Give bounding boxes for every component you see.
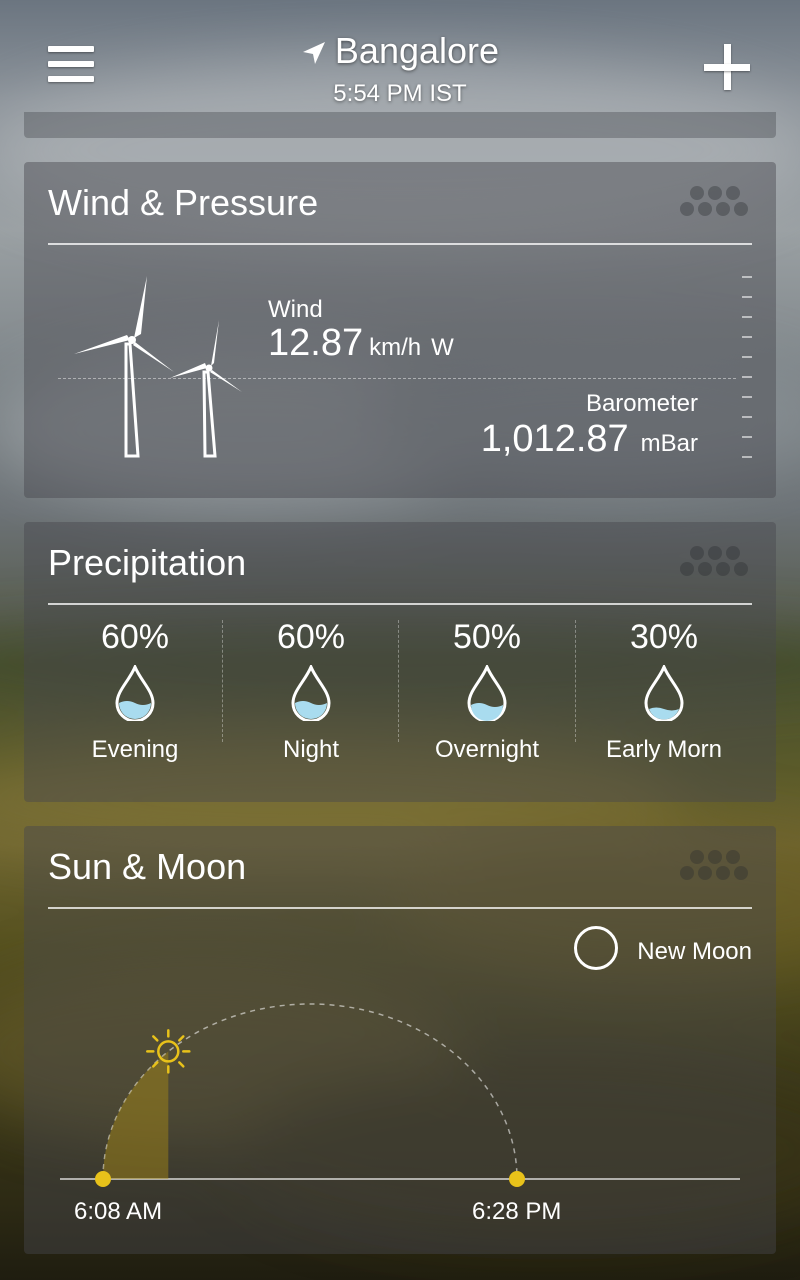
wind-direction: W: [431, 334, 454, 361]
pressure-scale: [742, 276, 752, 458]
precip-period: 60% Evening: [47, 618, 223, 764]
precip-percent: 60%: [100, 618, 170, 656]
dots-icon: [680, 186, 752, 220]
card-title: Wind & Pressure: [48, 182, 319, 223]
wind-turbine-icon: [74, 276, 242, 458]
barometer-number: 1,012.87: [480, 418, 629, 460]
raindrop-icon: [467, 663, 507, 723]
city-name: Bangalore: [334, 30, 500, 71]
daylight-elapsed-fill: [102, 1051, 169, 1179]
raindrop-icon: [115, 663, 155, 723]
sun-moon-card: Sun & Moon New Moon 6:08 AM 6:28 PM: [24, 826, 776, 1254]
precip-label: Evening: [91, 736, 179, 763]
card-title: Precipitation: [48, 542, 247, 583]
card-divider: [48, 603, 752, 605]
local-time: 5:54 PM IST: [333, 80, 467, 107]
precip-percent: 60%: [276, 618, 346, 656]
precip-percent: 50%: [452, 618, 522, 656]
wind-speed: 12.87: [268, 322, 364, 364]
barometer-unit: mBar: [640, 430, 698, 457]
precip-percent: 30%: [629, 618, 699, 656]
raindrop-icon: [291, 663, 331, 723]
location-title[interactable]: Bangalore: [0, 30, 800, 72]
precip-period: 50% Overnight: [399, 618, 575, 764]
dots-icon: [680, 546, 752, 580]
location-arrow-icon: [302, 42, 325, 65]
sunset-marker: [509, 1171, 525, 1187]
raindrop-icon: [644, 663, 684, 723]
wind-unit: km/h: [369, 334, 422, 361]
add-location-icon[interactable]: [704, 44, 750, 90]
precip-period: 30% Early Morn: [576, 618, 752, 764]
sunrise-time: 6:08 AM: [74, 1198, 163, 1225]
barometer-value: 1,012.87 mBar: [481, 418, 698, 461]
wind-label: Wind: [268, 296, 323, 323]
sunrise-marker: [95, 1171, 111, 1187]
precip-label: Overnight: [434, 736, 540, 763]
sun-path-diagram: [60, 1003, 740, 1187]
barometer-label: Barometer: [585, 390, 698, 417]
card-divider: [48, 243, 752, 245]
precip-label: Night: [282, 736, 340, 763]
wind-value: 12.87 km/h W: [268, 322, 454, 365]
wind-pressure-card: Wind & Pressure Wind 12.87 km/h W Baromete…: [24, 162, 776, 498]
sunset-time: 6:28 PM: [472, 1198, 562, 1225]
previous-card-edge: [24, 112, 776, 138]
precipitation-card: Precipitation 60% Evening 60% Night 50% …: [24, 522, 776, 802]
precip-period: 60% Night: [223, 618, 399, 764]
precip-label: Early Morn: [605, 736, 723, 763]
